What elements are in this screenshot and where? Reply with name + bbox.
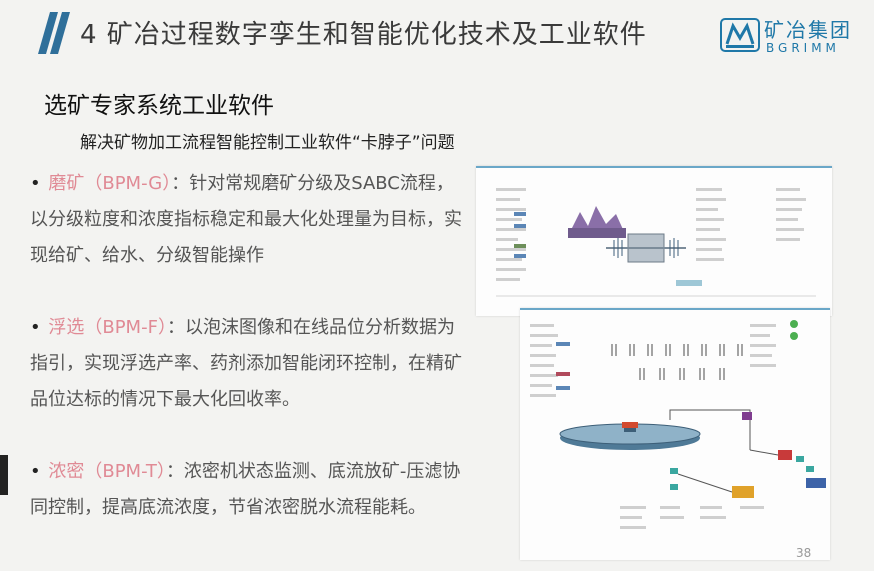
bullet-marker: •	[30, 317, 41, 338]
bullet-keyword: 磨矿（BPM-G）	[48, 173, 172, 194]
bullet-marker: •	[30, 173, 41, 194]
bgrimm-logo-icon	[720, 18, 760, 52]
bullet-grinding: • 磨矿（BPM-G）：针对常规磨矿分级及SABC流程，以分级粒度和浓度指标稳定…	[30, 166, 470, 274]
slide-title: 4 矿冶过程数字孪生和智能优化技术及工业软件	[80, 20, 647, 50]
slide: 4 矿冶过程数字孪生和智能优化技术及工业软件 矿冶集团 BGRIMM 选矿专家系…	[0, 0, 874, 571]
bullet-thickening: • 浓密（BPM-T）：浓密机状态监测、底流放矿-压滤协同控制，提高底流浓度，节…	[30, 454, 470, 526]
section-subtitle: 解决矿物加工流程智能控制工业软件“卡脖子”问题	[80, 133, 455, 153]
left-edge-mark	[0, 455, 8, 495]
page-number: 38	[796, 546, 812, 560]
bullet-keyword: 浓密（BPM-T）	[48, 461, 166, 482]
section-title: 选矿专家系统工业软件	[44, 93, 274, 119]
flotation-thickening-flowsheet-image	[530, 320, 826, 529]
flotation-thickening-hmi-screenshot	[520, 308, 830, 560]
company-logo: 矿冶集团 BGRIMM	[720, 14, 870, 60]
bullet-marker: •	[30, 461, 41, 482]
grinding-flowsheet-image	[496, 188, 816, 297]
bullet-flotation: • 浮选（BPM-F）：以泡沫图像和在线品位分析数据为指引，实现浮选产率、药剂添…	[30, 310, 470, 418]
logo-english-name: BGRIMM	[766, 41, 840, 55]
title-stripes-icon	[38, 12, 70, 54]
title-bar: 4 矿冶过程数字孪生和智能优化技术及工业软件 矿冶集团 BGRIMM	[0, 0, 874, 74]
bullet-keyword: 浮选（BPM-F）	[48, 317, 167, 338]
grinding-hmi-screenshot	[476, 166, 832, 316]
logo-chinese-name: 矿冶集团	[764, 18, 852, 42]
